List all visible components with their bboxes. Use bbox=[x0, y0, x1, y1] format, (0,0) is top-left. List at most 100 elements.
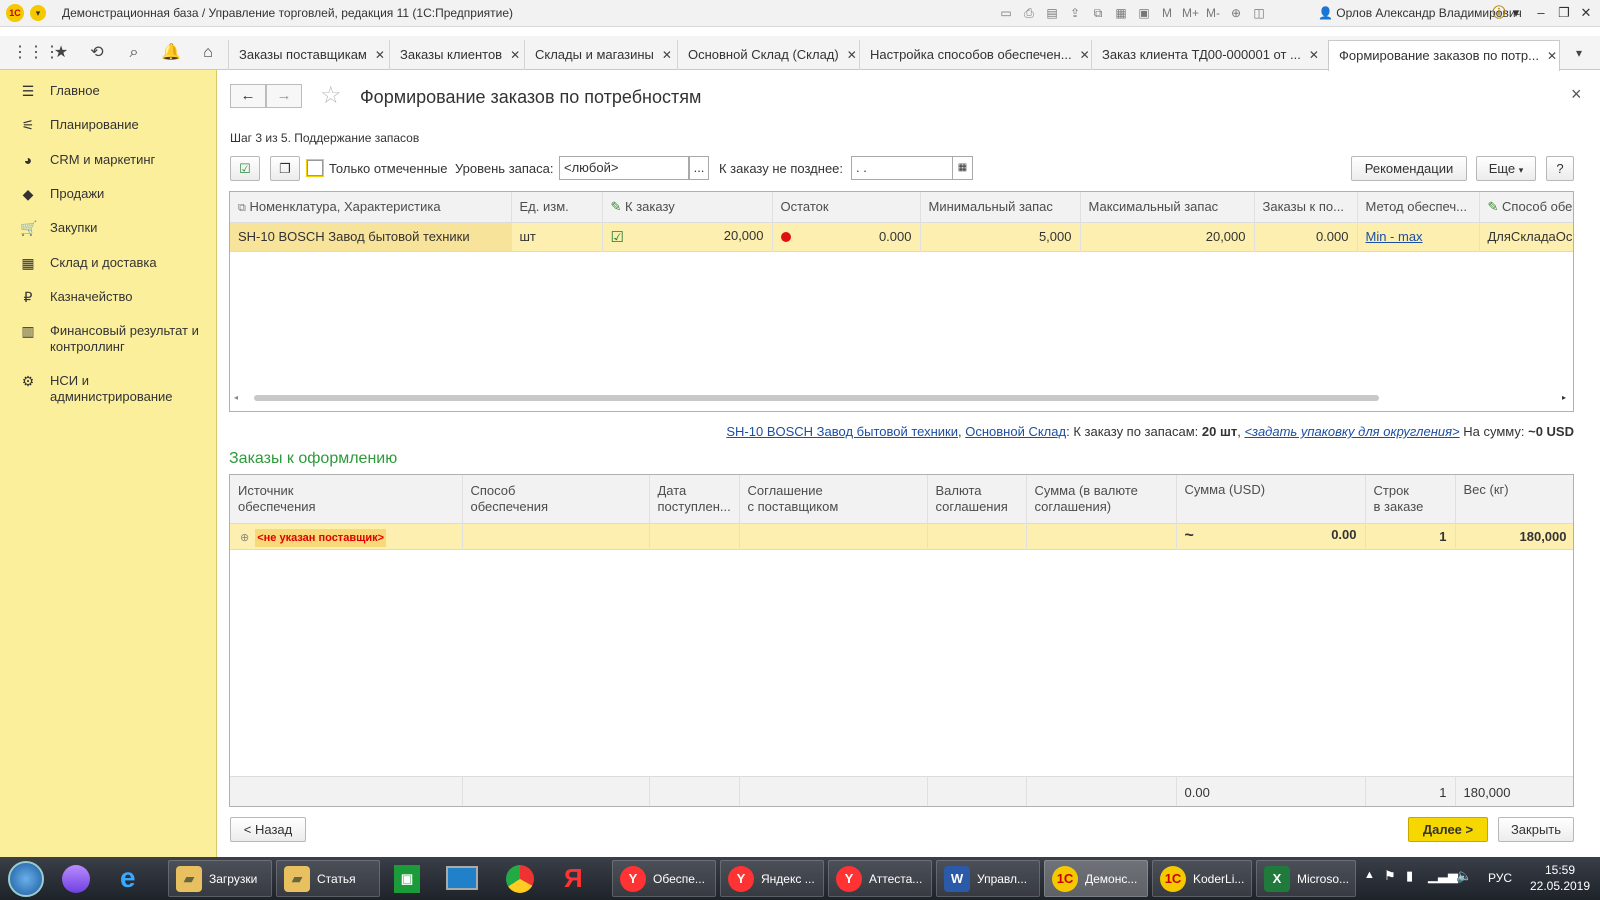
cell-balance[interactable]: 0.000 bbox=[772, 222, 921, 251]
calendar-icon[interactable]: ▣ bbox=[1136, 5, 1152, 21]
close-window-button[interactable]: ✕ bbox=[1575, 4, 1597, 22]
flag-icon[interactable]: ⚑ bbox=[1384, 868, 1396, 884]
tray-expand-icon[interactable]: ▲ bbox=[1364, 869, 1375, 881]
sidebar-item-purchases[interactable]: 🛒 Закупки bbox=[20, 220, 97, 236]
cell-item[interactable]: SH-10 BOSCH Завод бытовой техники bbox=[230, 222, 512, 251]
print-preview-icon[interactable]: ▤ bbox=[1044, 5, 1060, 21]
cell-receipt-date[interactable] bbox=[649, 523, 740, 549]
tab-supply-methods[interactable]: Настройка способов обеспечен... ✕ bbox=[859, 40, 1091, 70]
col-balance[interactable]: Остаток bbox=[772, 192, 921, 222]
battery-icon[interactable]: ▮ bbox=[1406, 868, 1413, 884]
attach-icon[interactable]: ⧉ bbox=[1090, 5, 1106, 21]
scroll-left-icon[interactable]: ◂ bbox=[234, 393, 238, 402]
tabs-more-chevron-icon[interactable]: ▾ bbox=[1567, 42, 1591, 64]
col-agreement[interactable]: Соглашение с поставщиком bbox=[739, 475, 928, 523]
taskbar-item-downloads[interactable]: ▰ Загрузки bbox=[168, 860, 272, 897]
taskbar-item-yandex-1[interactable]: Y Обеспе... bbox=[612, 860, 716, 897]
network-signal-icon[interactable]: ▁▃▅ bbox=[1428, 868, 1458, 884]
cell-max-stock[interactable]: 20,000 bbox=[1080, 222, 1255, 251]
cell-sum-usd[interactable]: ~0.00 bbox=[1176, 523, 1366, 549]
cell-weight[interactable]: 180,000 bbox=[1455, 523, 1573, 549]
memory-m-icon[interactable]: M bbox=[1159, 5, 1175, 21]
col-min-stock[interactable]: Минимальный запас bbox=[920, 192, 1081, 222]
close-tab-icon[interactable]: ✕ bbox=[510, 48, 520, 62]
close-tab-icon[interactable]: ✕ bbox=[1309, 48, 1319, 62]
help-button[interactable]: ? bbox=[1546, 156, 1574, 181]
taskbar-item-word[interactable]: W Управл... bbox=[936, 860, 1040, 897]
cell-method[interactable]: Min - max bbox=[1357, 222, 1480, 251]
cell-lines[interactable]: 1 bbox=[1365, 523, 1456, 549]
item-link[interactable]: SH-10 BOSCH Завод бытовой техники bbox=[726, 424, 958, 439]
cell-currency[interactable] bbox=[927, 523, 1027, 549]
minimize-button[interactable]: – bbox=[1530, 4, 1552, 22]
calendar-icon[interactable]: ▦ bbox=[952, 156, 973, 180]
taskbar-item-koderline[interactable]: 1С KoderLi... bbox=[1152, 860, 1252, 897]
cell-way[interactable]: ДляСкладаОсн bbox=[1479, 222, 1573, 251]
col-unit[interactable]: Ед. изм. bbox=[511, 192, 603, 222]
missing-supplier-label[interactable]: <не указан поставщик> bbox=[255, 528, 387, 547]
sidebar-item-main[interactable]: ☰ Главное bbox=[20, 83, 100, 99]
forward-arrow-button[interactable]: → bbox=[266, 84, 302, 108]
cell-supply-way[interactable] bbox=[462, 523, 650, 549]
col-sum-currency[interactable]: Сумма (в валюте соглашения) bbox=[1026, 475, 1177, 523]
warehouse-link[interactable]: Основной Склад bbox=[965, 424, 1066, 439]
method-link[interactable]: Min - max bbox=[1366, 229, 1423, 244]
chrome-icon[interactable] bbox=[506, 865, 534, 893]
col-way[interactable]: ✎ Способ обе bbox=[1479, 192, 1573, 222]
recommendations-button[interactable]: Рекомендации bbox=[1351, 156, 1467, 181]
col-weight[interactable]: Вес (кг) bbox=[1455, 475, 1573, 523]
input-language[interactable]: РУС bbox=[1488, 871, 1512, 885]
clock[interactable]: 15:59 22.05.2019 bbox=[1525, 862, 1595, 894]
close-tab-icon[interactable]: ✕ bbox=[375, 48, 385, 62]
next-button[interactable]: Далее > bbox=[1408, 817, 1488, 842]
history-icon[interactable]: ⟲ bbox=[85, 42, 109, 64]
volume-icon[interactable]: 🔈 bbox=[1456, 868, 1472, 884]
deadline-date-field[interactable]: . . bbox=[851, 156, 953, 180]
upload-icon[interactable]: ⇪ bbox=[1067, 5, 1083, 21]
tab-order-formation[interactable]: Формирование заказов по потр... ✕ bbox=[1328, 40, 1560, 71]
uncheck-all-button[interactable]: ❐ bbox=[270, 156, 300, 181]
scroll-right-icon[interactable]: ▸ bbox=[1562, 393, 1566, 402]
table-row[interactable]: SH-10 BOSCH Завод бытовой техники шт ☑ 20… bbox=[230, 222, 1573, 251]
sidebar-item-sales[interactable]: ◆ Продажи bbox=[20, 186, 105, 202]
check-all-button[interactable]: ☑ bbox=[230, 156, 260, 181]
sidebar-item-crm[interactable]: ◕ CRM и маркетинг bbox=[20, 152, 156, 168]
cell-orders[interactable]: 0.000 bbox=[1254, 222, 1358, 251]
col-max-stock[interactable]: Максимальный запас bbox=[1080, 192, 1255, 222]
cell-sum-currency[interactable] bbox=[1026, 523, 1177, 549]
memory-plus-icon[interactable]: M+ bbox=[1182, 5, 1199, 21]
col-order-qty[interactable]: ✎ К заказу bbox=[602, 192, 773, 222]
start-button[interactable] bbox=[8, 861, 44, 897]
sidebar-item-finance[interactable]: ▥ Финансовый результат и контроллинг bbox=[20, 323, 210, 355]
checkbox-checked-icon[interactable]: ☑ bbox=[611, 228, 624, 246]
store-icon[interactable]: ▣ bbox=[394, 865, 420, 893]
internet-explorer-icon[interactable]: e bbox=[120, 862, 136, 894]
save-icon[interactable]: ▭ bbox=[998, 5, 1014, 21]
table-row[interactable]: ⊕ <не указан поставщик> ~0.00 1 180,000 bbox=[230, 523, 1573, 549]
pack-rounding-link[interactable]: <задать упаковку для округления> bbox=[1244, 424, 1459, 439]
dropdown-arrow-icon[interactable]: ▾ bbox=[1505, 4, 1527, 22]
tab-main-warehouse[interactable]: Основной Склад (Склад) ✕ bbox=[677, 40, 859, 70]
taskbar-item-article[interactable]: ▰ Статья bbox=[276, 860, 380, 897]
zoom-icon[interactable]: ⊕ bbox=[1228, 5, 1244, 21]
only-marked-checkbox[interactable] bbox=[307, 160, 323, 176]
cell-unit[interactable]: шт bbox=[511, 222, 603, 251]
calculator-icon[interactable]: ▦ bbox=[1113, 5, 1129, 21]
close-tab-icon[interactable]: ✕ bbox=[662, 48, 672, 62]
taskbar-item-1c-demo[interactable]: 1С Демонс... bbox=[1044, 860, 1148, 897]
col-lines[interactable]: Строк в заказе bbox=[1365, 475, 1456, 523]
taskbar-item-yandex-3[interactable]: Y Аттеста... bbox=[828, 860, 932, 897]
home-icon[interactable]: ⌂ bbox=[196, 42, 220, 64]
col-supply-way[interactable]: Способ обеспечения bbox=[462, 475, 650, 523]
stock-level-field[interactable]: <любой> bbox=[559, 156, 689, 180]
cell-source[interactable]: ⊕ <не указан поставщик> bbox=[230, 523, 463, 549]
expand-icon[interactable]: ⊕ bbox=[240, 532, 249, 544]
more-button[interactable]: Еще ▾ bbox=[1476, 156, 1536, 181]
col-item[interactable]: ⧉ Номенклатура, Характеристика bbox=[230, 192, 512, 222]
close-tab-icon[interactable]: ✕ bbox=[1080, 48, 1090, 62]
memory-minus-icon[interactable]: M- bbox=[1205, 5, 1221, 21]
taskbar-item-excel[interactable]: X Microso... bbox=[1256, 860, 1356, 897]
sidebar-item-treasury[interactable]: ₽ Казначейство bbox=[20, 289, 133, 305]
back-arrow-button[interactable]: ← bbox=[230, 84, 266, 108]
col-receipt-date[interactable]: Дата поступлен... bbox=[649, 475, 740, 523]
